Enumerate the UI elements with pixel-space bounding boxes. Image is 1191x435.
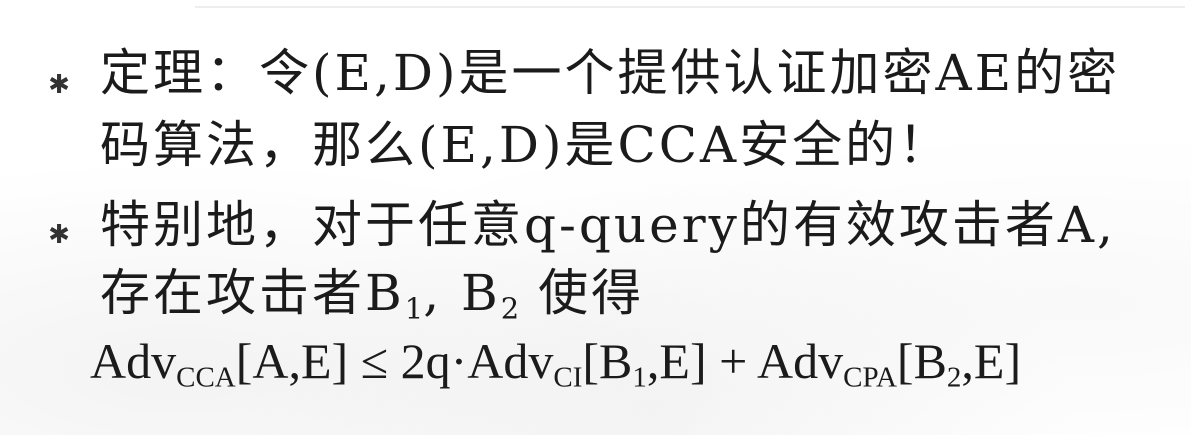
corollary-line-2: 存在攻击者B1, B2 使得	[100, 268, 644, 324]
formula-segment-5: ,E]	[961, 333, 1022, 389]
corollary-suffix: 使得	[519, 264, 645, 322]
advantage-inequality: AdvCCA[A,E] ≤ 2q·AdvCI[B1,E] + AdvCPA[B2…	[90, 336, 1021, 393]
subscript-2: 2	[500, 291, 520, 326]
corollary-middle: , B	[423, 264, 501, 322]
adv-cca-label: Adv	[90, 333, 177, 389]
asterisk-bullet-icon: ✱	[48, 70, 70, 100]
subscript-1: 1	[404, 291, 424, 326]
subscript-cca: CCA	[176, 361, 236, 394]
formula-segment-1: [A,E] ≤ 2q·Adv	[235, 333, 554, 389]
asterisk-bullet-icon: ✱	[48, 220, 70, 250]
formula-segment-3: ,E] + Adv	[646, 333, 844, 389]
theorem-line-2: 码算法，那么(E,D)是CCA安全的！	[100, 116, 952, 174]
corollary-prefix: 存在攻击者B	[100, 264, 405, 322]
corollary-line-1: 特别地，对于任意q-query的有效攻击者A,	[100, 196, 1116, 254]
formula-segment-2: [B	[582, 333, 633, 389]
top-divider	[195, 6, 1185, 8]
slide: ✱ 定理：令(E,D)是一个提供认证加密AE的密 码算法，那么(E,D)是CCA…	[0, 0, 1191, 435]
formula-segment-4: [B	[896, 333, 947, 389]
subscript-ci: CI	[553, 361, 583, 394]
subscript-b1: 1	[632, 361, 647, 394]
theorem-line-1: 定理：令(E,D)是一个提供认证加密AE的密	[100, 44, 1121, 102]
subscript-cpa: CPA	[843, 361, 897, 394]
subscript-b2: 2	[946, 361, 962, 394]
